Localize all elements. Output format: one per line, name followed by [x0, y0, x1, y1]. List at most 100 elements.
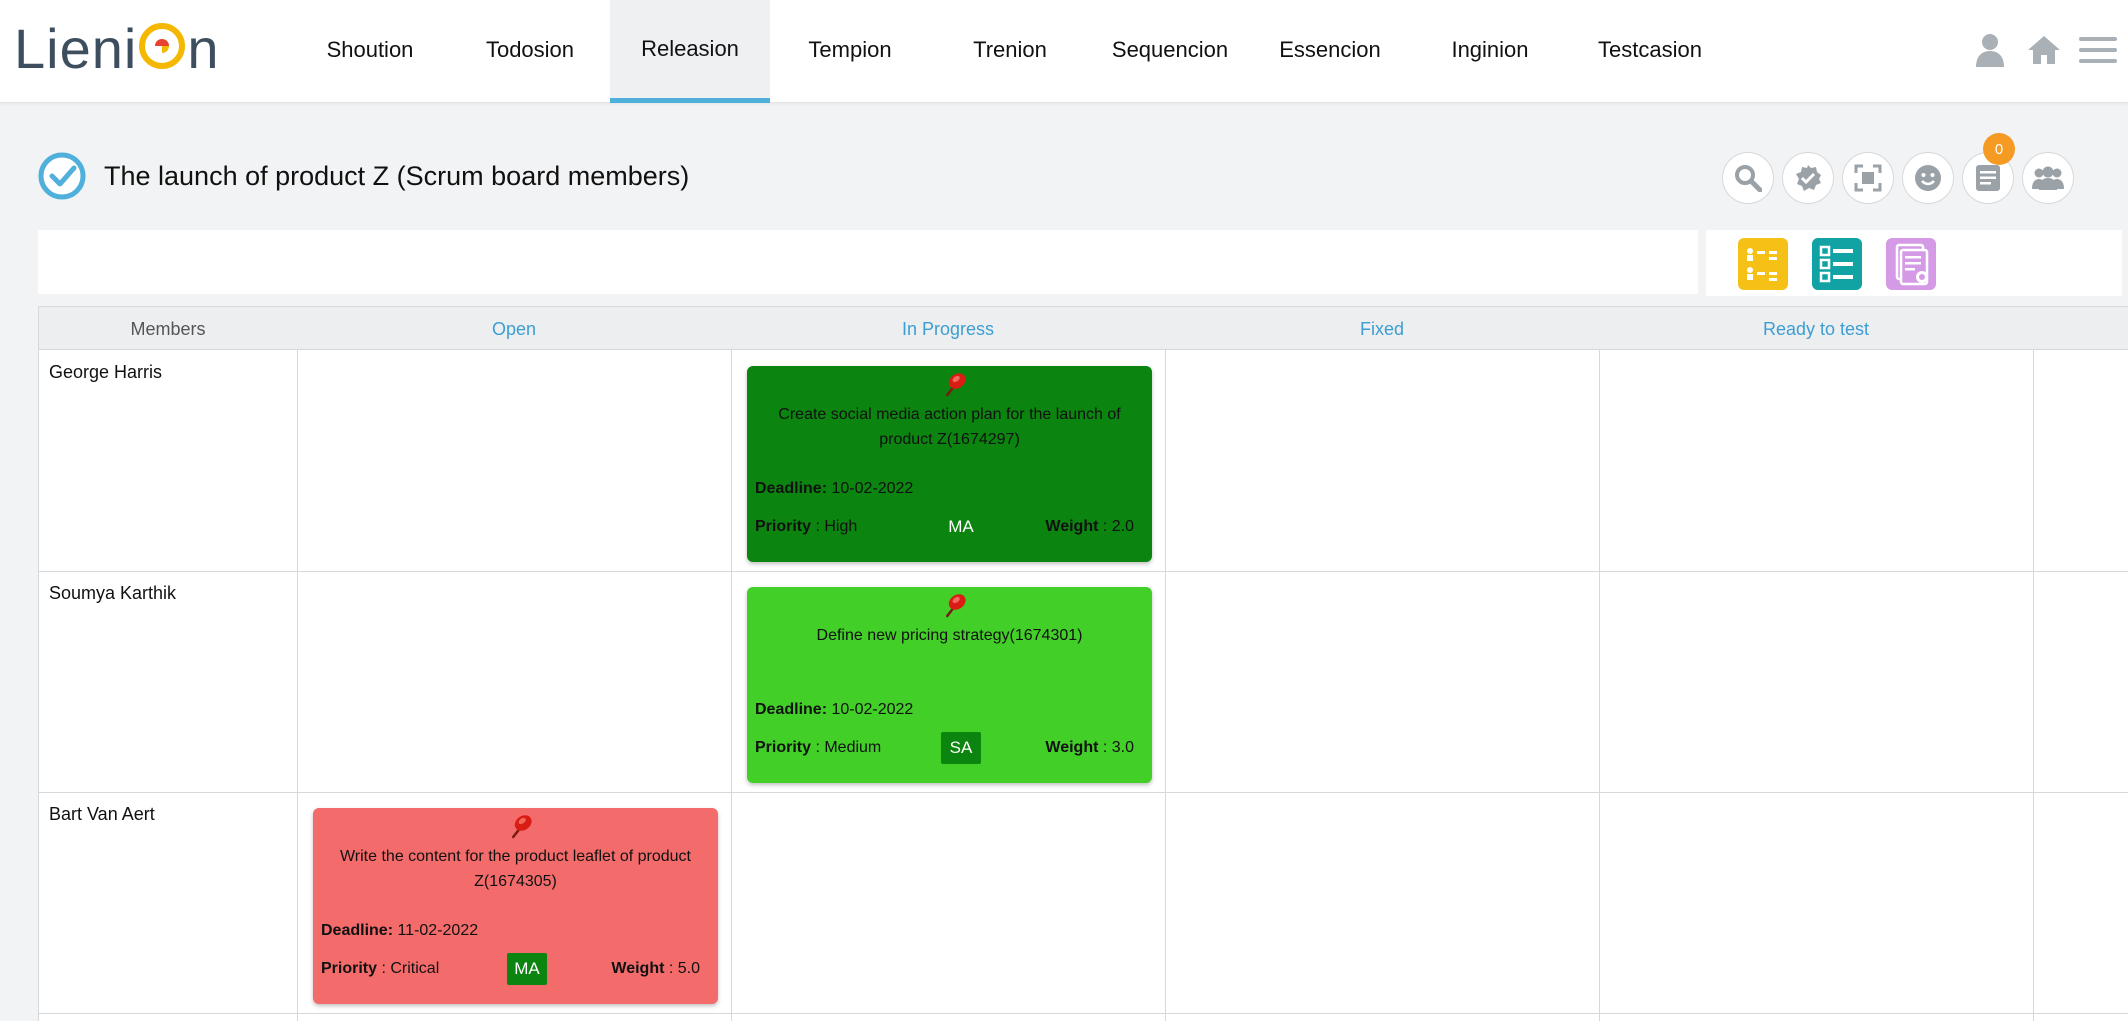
owner-avatar[interactable]: MA — [507, 953, 547, 985]
logo-o-icon — [139, 23, 186, 69]
priority-label: Priority — [755, 518, 812, 535]
nav-item-releasion[interactable]: Releasion — [610, 0, 770, 103]
priority-label: Priority — [755, 739, 812, 756]
team-button[interactable] — [2022, 152, 2074, 204]
mood-button[interactable] — [1902, 152, 1954, 204]
pin-icon[interactable] — [508, 812, 534, 840]
weight-value: : 3.0 — [1098, 739, 1134, 756]
weight-value: : 5.0 — [664, 960, 700, 977]
search-icon — [1735, 165, 1762, 192]
task-meta: Priority : Medium SA Weight : 3.0 — [755, 731, 1134, 765]
weight-label: Weight — [1045, 739, 1099, 756]
logo-text-end: n — [187, 16, 220, 80]
owner-avatar[interactable]: MA — [941, 511, 981, 543]
report-view-button[interactable] — [1886, 238, 1936, 290]
deadline-value: 10-02-2022 — [831, 701, 914, 718]
notes-count-badge: 0 — [1983, 133, 2015, 165]
nav-item-trenion[interactable]: Trenion — [930, 0, 1090, 103]
approve-icon — [1796, 165, 1821, 191]
pin-icon[interactable] — [942, 591, 968, 619]
approve-button[interactable] — [1782, 152, 1834, 204]
nav-item-testcasion[interactable]: Testcasion — [1570, 0, 1730, 103]
column-divider — [297, 350, 298, 1021]
main-nav: Shoution Todosion Releasion Tempion Tren… — [290, 0, 1730, 103]
row-divider — [39, 792, 2128, 793]
column-divider — [1599, 350, 1600, 1021]
task-title: Write the content for the product leafle… — [339, 848, 691, 890]
row-divider — [39, 571, 2128, 572]
task-meta: Priority : Critical MA Weight : 5.0 — [321, 952, 700, 986]
task-weight: Weight : 2.0 — [1045, 518, 1134, 536]
user-icon[interactable] — [1970, 30, 2010, 70]
owner-avatar[interactable]: SA — [941, 732, 981, 764]
task-title: Create social media action plan for the … — [778, 406, 1121, 448]
hamburger-menu-icon[interactable] — [2078, 30, 2118, 70]
logo-text-start: Lieni — [14, 16, 138, 80]
nav-item-sequencion[interactable]: Sequencion — [1090, 0, 1250, 103]
nav-item-essencion[interactable]: Essencion — [1250, 0, 1410, 103]
scrum-board: Members Open In Progress Fixed Ready to … — [38, 306, 2128, 1021]
check-circle-icon — [38, 152, 86, 200]
board-toolbar: 0 — [1722, 133, 2074, 204]
pin-icon[interactable] — [942, 370, 968, 398]
priority-value: : High — [811, 518, 858, 535]
board-view-button[interactable] — [1738, 238, 1788, 290]
notes-icon — [1976, 165, 2000, 191]
deadline-value: 11-02-2022 — [397, 922, 479, 939]
row-divider — [39, 1013, 2128, 1014]
task-title: Define new pricing strategy(1674301) — [816, 627, 1083, 644]
task-priority: Priority : Critical — [321, 960, 507, 978]
task-deadline: Deadline: 10-02-2022 — [755, 480, 913, 498]
member-name-bart-van-aert: Bart Van Aert — [49, 804, 155, 824]
nav-item-tempion[interactable]: Tempion — [770, 0, 930, 103]
team-icon — [2032, 166, 2064, 190]
task-card[interactable]: Write the content for the product leafle… — [313, 808, 718, 1004]
task-priority: Priority : High — [755, 518, 941, 536]
priority-label: Priority — [321, 960, 378, 977]
nav-item-inginion[interactable]: Inginion — [1410, 0, 1570, 103]
checklist-view-icon — [1819, 245, 1853, 283]
task-deadline: Deadline: 11-02-2022 — [321, 922, 478, 940]
column-header-ready-to-test[interactable]: Ready to test — [1599, 307, 2033, 351]
top-navigation-bar: Lieni n Shoution Todosion Releasion Tempi… — [0, 0, 2128, 103]
fullscreen-icon — [1854, 164, 1882, 192]
task-card[interactable]: Create social media action plan for the … — [747, 366, 1152, 562]
column-divider — [731, 350, 732, 1021]
fullscreen-button[interactable] — [1842, 152, 1894, 204]
column-divider — [2033, 350, 2034, 1021]
column-divider — [1165, 350, 1166, 1021]
task-meta: Priority : High MA Weight : 2.0 — [755, 510, 1134, 544]
view-switcher — [1706, 230, 2122, 296]
task-weight: Weight : 3.0 — [1045, 739, 1134, 757]
weight-label: Weight — [611, 960, 665, 977]
member-name-george-harris: George Harris — [49, 362, 163, 382]
app-logo[interactable]: Lieni n — [14, 16, 220, 80]
task-card[interactable]: Define new pricing strategy(1674301) Dea… — [747, 587, 1152, 783]
task-deadline: Deadline: 10-02-2022 — [755, 701, 913, 719]
column-header-fixed[interactable]: Fixed — [1165, 307, 1599, 351]
report-view-icon — [1895, 243, 1929, 286]
task-priority: Priority : Medium — [755, 739, 941, 757]
board-view-icon — [1747, 248, 1777, 281]
search-button[interactable] — [1722, 152, 1774, 204]
weight-value: : 2.0 — [1098, 518, 1134, 535]
page-title: The launch of product Z (Scrum board mem… — [104, 160, 690, 191]
notes-button[interactable]: 0 — [1962, 133, 2015, 204]
filter-bar — [38, 230, 1698, 294]
page-header: The launch of product Z (Scrum board mem… — [38, 152, 689, 200]
nav-item-shoution[interactable]: Shoution — [290, 0, 450, 103]
nav-item-todosion[interactable]: Todosion — [450, 0, 610, 103]
column-header-open[interactable]: Open — [297, 307, 731, 351]
task-weight: Weight : 5.0 — [611, 960, 700, 978]
priority-value: : Critical — [377, 960, 440, 977]
priority-value: : Medium — [811, 739, 882, 756]
deadline-label: Deadline: — [755, 701, 828, 718]
home-icon[interactable] — [2024, 30, 2064, 70]
smiley-icon — [1915, 165, 1941, 191]
deadline-label: Deadline: — [755, 480, 828, 497]
column-header-members: Members — [130, 318, 206, 339]
header-actions — [1970, 30, 2118, 70]
member-name-soumya-karthik: Soumya Karthik — [49, 583, 177, 603]
checklist-view-button[interactable] — [1812, 238, 1862, 290]
column-header-in-progress[interactable]: In Progress — [731, 307, 1165, 351]
